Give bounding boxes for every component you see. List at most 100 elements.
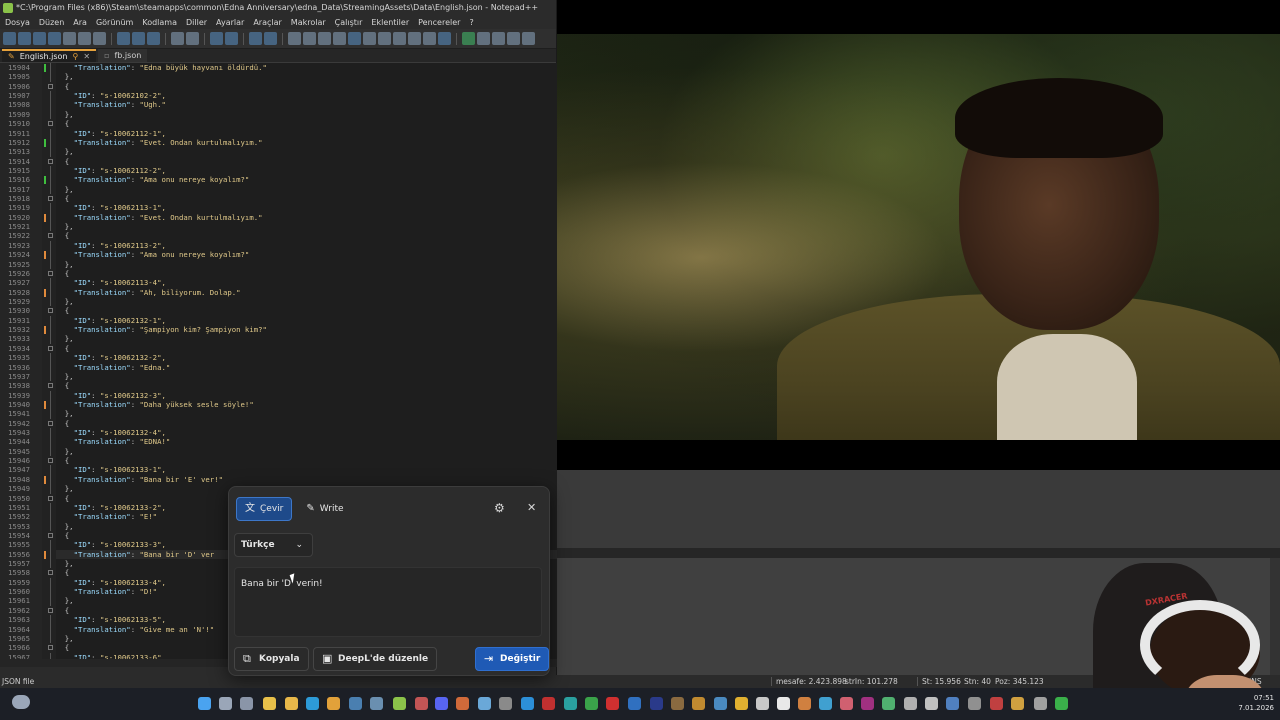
app-icon[interactable] (478, 697, 491, 710)
code-line[interactable]: 15943 "ID": "s-10062132-4", (8, 428, 557, 438)
code-line[interactable]: 15922 { (8, 231, 557, 240)
obs-icon[interactable] (499, 697, 512, 710)
undo-icon[interactable] (171, 32, 184, 45)
menu-item[interactable]: Makrolar (291, 16, 326, 29)
close-tab-icon[interactable]: ✕ (83, 50, 90, 63)
menu-item[interactable]: Diller (186, 16, 207, 29)
code-line[interactable]: 15939 "ID": "s-10062132-3", (8, 390, 557, 400)
code-line[interactable]: 15925 }, (8, 259, 557, 269)
menu-item[interactable]: ? (469, 16, 473, 29)
code-line[interactable]: 15912 "Translation": "Evet. Ondan kurtul… (8, 137, 557, 148)
explorer-icon[interactable] (263, 697, 276, 710)
tab-english-json[interactable]: ✎ English.json ⚲ ✕ (2, 49, 97, 63)
app-icon[interactable] (925, 697, 938, 710)
code-line[interactable]: 15926 { (8, 269, 557, 278)
menu-item[interactable]: Düzen (39, 16, 64, 29)
app-icon[interactable] (415, 697, 428, 710)
monitoring-icon[interactable] (438, 32, 451, 45)
code-line[interactable]: 15907 "ID": "s-10062102-2", (8, 91, 557, 101)
redo-icon[interactable] (186, 32, 199, 45)
app-icon[interactable] (1011, 697, 1024, 710)
fold-toggle-icon[interactable] (48, 458, 53, 464)
app-icon[interactable] (735, 697, 748, 710)
edit-in-deepl-button[interactable]: ▣ DeepL'de düzenle (313, 647, 438, 671)
play-macro-icon[interactable] (492, 32, 505, 45)
fold-toggle-icon[interactable] (48, 495, 53, 501)
status-column[interactable]: Stn: 40 (964, 675, 991, 688)
lang-define-icon[interactable] (363, 32, 376, 45)
code-line[interactable]: 15904 "Translation": "Edna büyük hayvanı… (8, 63, 557, 73)
app-icon[interactable] (542, 697, 555, 710)
discord-icon[interactable] (435, 697, 448, 710)
save-icon[interactable] (33, 32, 46, 45)
code-line[interactable]: 15917 }, (8, 184, 557, 195)
menu-item[interactable]: Ayarlar (216, 16, 244, 29)
open-file-icon[interactable] (18, 32, 31, 45)
code-line[interactable]: 15924 "Translation": "Ama onu nereye koy… (8, 250, 557, 260)
show-all-chars-icon[interactable] (333, 32, 346, 45)
status-position[interactable]: Poz: 345.123 (995, 675, 1044, 688)
save-all-icon[interactable] (48, 32, 61, 45)
vscode-icon[interactable] (521, 697, 534, 710)
zoom-in-icon[interactable] (249, 32, 262, 45)
folder-icon[interactable] (285, 697, 298, 710)
tab-fb-json[interactable]: ▫ fb.json (98, 49, 148, 62)
chrome-icon[interactable] (327, 697, 340, 710)
code-line[interactable]: 15936 "Translation": "Edna." (8, 362, 557, 372)
run-macro-multiple-icon[interactable] (507, 32, 520, 45)
code-line[interactable]: 15941 }, (8, 409, 557, 419)
new-file-icon[interactable] (3, 32, 16, 45)
code-line[interactable]: 15929 }, (8, 296, 557, 307)
sync-horizontal-icon[interactable] (303, 32, 316, 45)
doc-map-icon[interactable] (378, 32, 391, 45)
print-icon[interactable] (93, 32, 106, 45)
code-line[interactable]: 15948 "Translation": "Bana bir 'E' ver!" (8, 474, 557, 485)
weather-widget-icon[interactable] (12, 695, 30, 709)
code-line[interactable]: 15947 "ID": "s-10062133-1", (8, 465, 557, 475)
folder-workspace-icon[interactable] (423, 32, 436, 45)
menu-item[interactable]: Görünüm (96, 16, 133, 29)
code-line[interactable]: 15916 "Translation": "Ama onu nereye koy… (8, 175, 557, 185)
word-wrap-icon[interactable] (318, 32, 331, 45)
fold-toggle-icon[interactable] (48, 270, 53, 276)
sync-vertical-icon[interactable] (288, 32, 301, 45)
app-icon[interactable] (968, 697, 981, 710)
fold-toggle-icon[interactable] (48, 570, 53, 576)
app-icon[interactable] (714, 697, 727, 710)
code-line[interactable]: 15931 "ID": "s-10062132-1", (8, 315, 557, 326)
code-line[interactable]: 15905 }, (8, 72, 557, 82)
fold-toggle-icon[interactable] (48, 420, 53, 426)
code-line[interactable]: 15910 { (8, 119, 557, 128)
menu-item[interactable]: Çalıştır (335, 16, 363, 29)
app-icon[interactable] (882, 697, 895, 710)
fold-toggle-icon[interactable] (48, 196, 53, 202)
code-line[interactable]: 15934 { (8, 344, 557, 353)
target-language-select[interactable]: Türkçe ⌄ (234, 533, 313, 557)
code-line[interactable]: 15944 "Translation": "EDNA!" (8, 437, 557, 447)
code-line[interactable]: 15928 "Translation": "Ah, biliyorum. Dol… (8, 287, 557, 297)
code-line[interactable]: 15921 }, (8, 222, 557, 232)
stop-macro-icon[interactable] (477, 32, 490, 45)
indent-guide-icon[interactable] (348, 32, 361, 45)
steam-icon[interactable] (349, 697, 362, 710)
fold-toggle-icon[interactable] (48, 121, 53, 127)
replace-icon[interactable] (225, 32, 238, 45)
app-icon[interactable] (990, 697, 1003, 710)
fold-toggle-icon[interactable] (48, 233, 53, 239)
edge-icon[interactable] (306, 697, 319, 710)
menu-item[interactable]: Pencereler (418, 16, 460, 29)
app-icon[interactable] (840, 697, 853, 710)
code-line[interactable]: 15909 }, (8, 109, 557, 120)
fold-toggle-icon[interactable] (48, 383, 53, 389)
app-icon[interactable] (777, 697, 790, 710)
code-line[interactable]: 15927 "ID": "s-10062113-4", (8, 278, 557, 288)
code-line[interactable]: 15918 { (8, 194, 557, 203)
notepadpp-taskbar-icon[interactable] (393, 697, 406, 710)
play-icon[interactable] (1055, 697, 1068, 710)
clock[interactable]: 07:51 7.01.2026 (1238, 693, 1274, 713)
replace-button[interactable]: ⇥ Değiştir (475, 647, 550, 671)
app-icon[interactable] (904, 697, 917, 710)
save-macro-icon[interactable] (522, 32, 535, 45)
menu-item[interactable]: Eklentiler (371, 16, 409, 29)
code-line[interactable]: 15908 "Translation": "Ugh." (8, 100, 557, 110)
